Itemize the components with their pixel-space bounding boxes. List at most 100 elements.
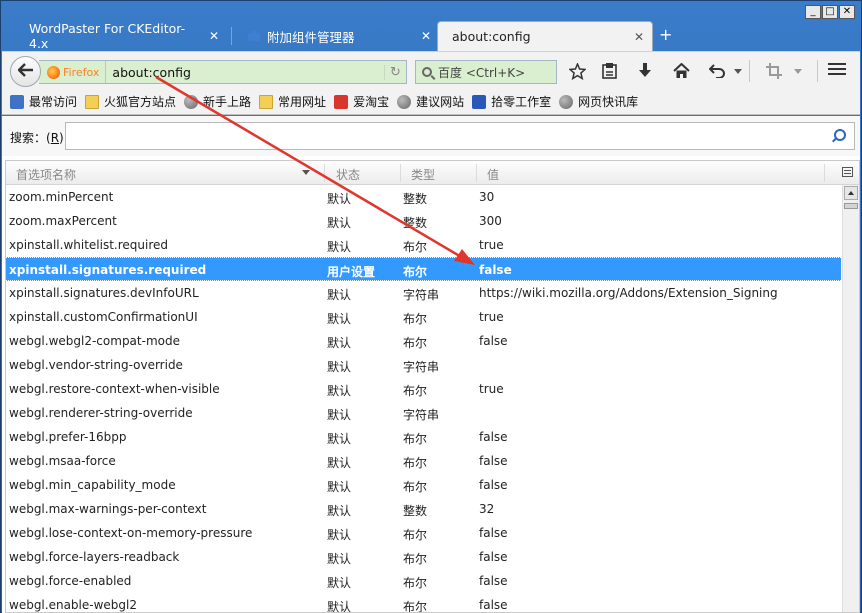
reload-icon[interactable]: ↻ [384,64,406,80]
bookmark-item[interactable]: 常用网址 [259,93,326,110]
pref-value: https://wiki.mozilla.org/Addons/Extensio… [479,286,778,300]
dropdown-icon[interactable] [732,61,744,81]
table-row[interactable]: webgl.renderer-string-override 默认 字符串 [6,401,841,425]
pref-state: 默认 [327,456,352,470]
browser-window: _ □ ✕ WordPaster For CKEditor-4.x ✕ 附加组件… [0,0,862,613]
pref-state: 默认 [327,288,352,302]
pref-name: xpinstall.signatures.required [9,263,207,277]
pref-state: 默认 [327,528,352,542]
back-button[interactable] [10,56,41,87]
pref-state: 默认 [327,432,352,446]
pref-name: webgl.restore-context-when-visible [9,382,220,396]
home-icon[interactable] [671,61,691,81]
bookmark-star-icon[interactable] [567,61,587,81]
search-label: 搜索：(R) [10,131,64,145]
column-header-value[interactable]: 值 [487,166,499,183]
bookmark-item[interactable]: 火狐官方站点 [85,93,176,110]
url-bar[interactable]: Firefox about:config ↻ [39,60,407,84]
table-row[interactable]: webgl.force-enabled 默认 布尔 false [6,569,841,593]
reading-list-icon[interactable] [599,61,619,81]
bookmark-item[interactable]: 新手上路 [184,93,251,110]
table-row[interactable]: xpinstall.whitelist.required 默认 布尔 true [6,233,841,257]
identity-box[interactable]: Firefox [39,61,107,83]
table-row[interactable]: webgl.min_capability_mode 默认 布尔 false [6,473,841,497]
pref-type: 布尔 [403,265,428,279]
column-header-state[interactable]: 状态 [336,166,360,183]
pref-type: 整数 [403,216,428,230]
table-row[interactable]: webgl.enable-webgl2 默认 布尔 false [6,593,841,613]
table-row[interactable]: webgl.msaa-force 默认 布尔 false [6,449,841,473]
table-row[interactable]: webgl.force-layers-readback 默认 布尔 false [6,545,841,569]
dropdown-icon[interactable] [792,61,804,81]
tab-addons-manager[interactable]: 附加组件管理器 ✕ [233,21,439,51]
search-icon[interactable] [832,129,846,141]
pref-state: 默认 [327,600,352,613]
tab-close-icon[interactable]: ✕ [201,29,219,43]
bookmark-item[interactable]: 建议网站 [397,93,464,110]
table-row[interactable]: xpinstall.signatures.required 用户设置 布尔 false [6,257,841,281]
minimize-button[interactable]: _ [805,5,821,19]
column-separator[interactable] [476,164,477,182]
column-header-type[interactable]: 类型 [411,166,435,183]
paw-icon [472,94,487,109]
column-picker-icon[interactable] [842,167,853,177]
column-separator [824,164,825,182]
bookmark-label: 网页快讯库 [578,95,639,109]
tab-wordpaster[interactable]: WordPaster For CKEditor-4.x ✕ [15,21,227,51]
pref-value: false [479,430,508,444]
table-row[interactable]: webgl.webgl2-compat-mode 默认 布尔 false [6,329,841,353]
table-row[interactable]: webgl.vendor-string-override 默认 字符串 [6,353,841,377]
downloads-icon[interactable] [635,61,655,81]
scroll-up-arrow-icon[interactable] [844,186,858,200]
pref-state: 默认 [327,192,352,206]
bookmark-item[interactable]: 拾零工作室 [472,93,551,110]
tab-strip: WordPaster For CKEditor-4.x ✕ 附加组件管理器 ✕ … [7,19,857,51]
pref-state: 默认 [327,240,352,254]
pref-name: webgl.lose-context-on-memory-pressure [9,526,253,540]
search-input[interactable] [65,122,855,150]
close-button[interactable]: ✕ [839,5,855,19]
table-row[interactable]: xpinstall.signatures.devInfoURL 默认 字符串 http… [6,281,841,305]
table-row[interactable]: zoom.minPercent 默认 整数 30 [6,185,841,209]
tab-about-config[interactable]: about:config ✕ [437,21,653,51]
table-row[interactable]: webgl.prefer-16bpp 默认 布尔 false [6,425,841,449]
pref-state: 默认 [327,216,352,230]
table-row[interactable]: zoom.maxPercent 默认 整数 300 [6,209,841,233]
globe-icon [559,94,574,109]
tab-close-icon[interactable]: ✕ [626,30,644,44]
tab-separator [231,27,232,45]
sort-arrow-icon [302,170,310,175]
bookmark-item[interactable]: 爱淘宝 [334,93,389,110]
vertical-scrollbar[interactable] [842,185,859,612]
pref-name: webgl.vendor-string-override [9,358,183,372]
pref-state: 默认 [327,312,352,326]
pref-value: 300 [479,214,502,228]
table-row[interactable]: xpinstall.customConfirmationUI 默认 布尔 true [6,305,841,329]
table-row[interactable]: webgl.lose-context-on-memory-pressure 默认 布… [6,521,841,545]
back-arrow-icon [16,61,34,82]
tab-close-icon[interactable]: ✕ [413,29,431,43]
column-header-name[interactable]: 首选项名称 [16,166,76,183]
new-tab-button[interactable]: + [659,25,672,44]
maximize-button[interactable]: □ [822,5,838,19]
bookmark-item[interactable]: 最常访问 [10,93,77,110]
search-bar[interactable]: 百度 <Ctrl+K> [415,60,557,84]
table-row[interactable]: webgl.max-warnings-per-context 默认 整数 32 [6,497,841,521]
pref-type: 布尔 [403,456,428,470]
column-separator[interactable] [400,164,401,182]
preferences-table: 首选项名称 状态 类型 值 zoom.minPercent 默认 整数 30 zoom.… [5,160,860,613]
menu-icon[interactable] [828,63,846,78]
column-separator[interactable] [324,164,325,182]
bookmark-item[interactable]: 网页快讯库 [559,93,638,110]
pref-value: false [479,598,508,612]
crop-icon[interactable] [764,61,784,81]
url-text[interactable]: about:config [106,65,384,80]
pref-value: false [479,550,508,564]
undo-icon[interactable] [707,61,727,81]
scrollbar-thumb[interactable] [844,203,858,209]
pref-type: 整数 [403,504,428,518]
table-row[interactable]: webgl.restore-context-when-visible 默认 布尔 tr… [6,377,841,401]
pref-state: 默认 [327,504,352,518]
pref-type: 字符串 [403,360,440,374]
pref-value: 30 [479,190,495,204]
